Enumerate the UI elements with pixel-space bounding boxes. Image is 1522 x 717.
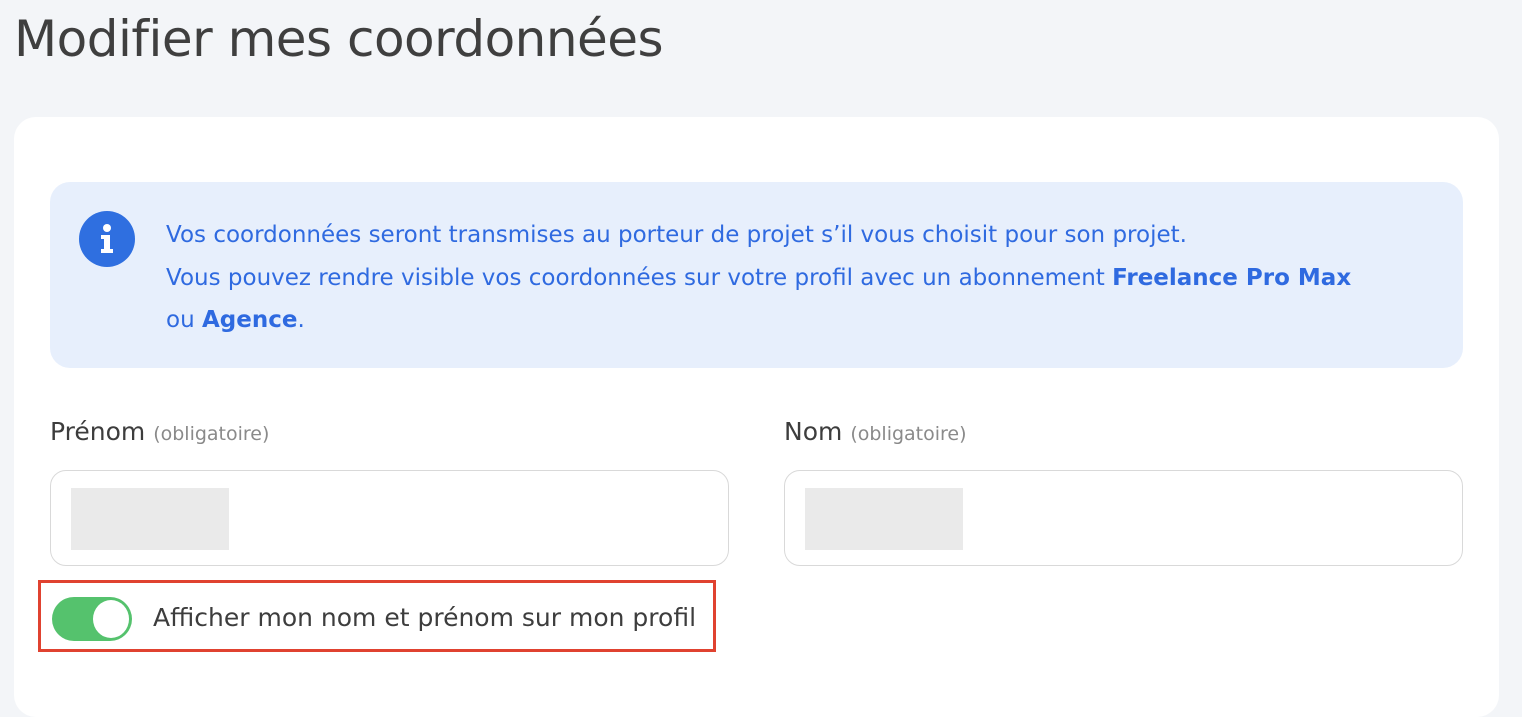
info-line-3: ou Agence. (166, 299, 1446, 342)
contact-details-card: Vos coordonnées seront transmises au por… (14, 117, 1499, 717)
first-name-label-text: Prénom (50, 417, 146, 446)
info-banner: Vos coordonnées seront transmises au por… (50, 182, 1463, 368)
last-name-label: Nom (obligatoire) (784, 417, 967, 446)
first-name-label: Prénom (obligatoire) (50, 417, 269, 446)
info-line-1: Vos coordonnées seront transmises au por… (166, 222, 1187, 248)
plan-name-agence: Agence (201, 307, 298, 333)
show-name-toggle-row: Afficher mon nom et prénom sur mon profi… (38, 580, 716, 652)
info-line-3-suffix: . (297, 307, 305, 333)
show-name-toggle-label[interactable]: Afficher mon nom et prénom sur mon profi… (153, 603, 696, 632)
toggle-knob (93, 600, 129, 638)
last-name-field[interactable] (784, 470, 1463, 566)
first-name-required-note: (obligatoire) (153, 423, 270, 445)
plan-name-pro-max: Freelance Pro Max (1112, 264, 1352, 291)
first-name-redacted-value (71, 488, 229, 550)
show-name-toggle[interactable] (52, 597, 132, 641)
last-name-label-text: Nom (784, 417, 843, 446)
last-name-required-note: (obligatoire) (850, 423, 967, 445)
info-line-2-text: Vous pouvez rendre visible vos coordonné… (166, 264, 1113, 291)
info-line-2: Vous pouvez rendre visible vos coordonné… (166, 257, 1446, 300)
info-line-3-prefix: ou (166, 307, 202, 333)
page-title: Modifier mes coordonnées (14, 10, 664, 68)
info-icon (79, 211, 135, 267)
last-name-redacted-value (805, 488, 963, 550)
first-name-field[interactable] (50, 470, 729, 566)
info-message: Vos coordonnées seront transmises au por… (166, 214, 1446, 342)
